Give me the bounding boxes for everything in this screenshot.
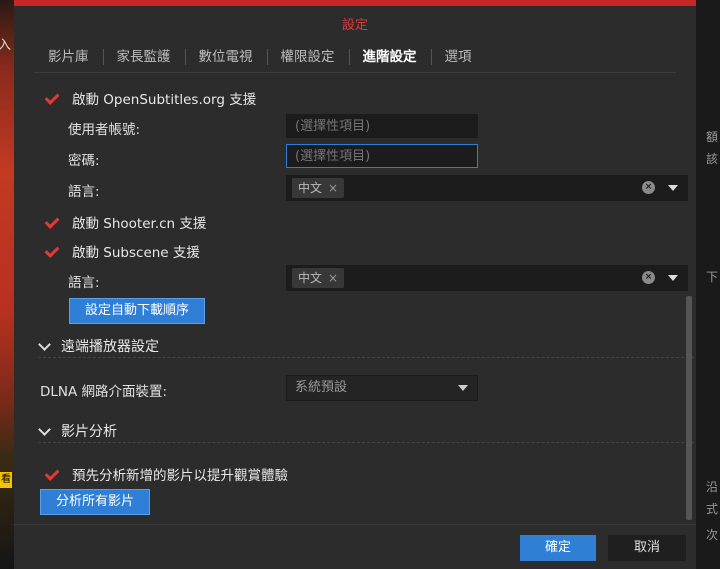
cancel-button[interactable]: 取消 [608,535,686,561]
background-right: 額 該 下 沿 式 次 [696,0,720,569]
dlna-selected-value: 系統預設 [295,380,348,395]
remove-tag-icon[interactable]: × [328,181,338,195]
clear-icon[interactable]: × [642,271,655,284]
opensubtitles-language-label: 語言: [68,184,100,200]
remove-tag-icon[interactable]: × [328,271,338,285]
chevron-down-icon [458,385,468,391]
tab-digital-tv[interactable]: 數位電視 [184,42,267,72]
opensubtitles-checkbox-row[interactable]: 啟動 OpenSubtitles.org 支援 [44,88,256,108]
background-poster: 入 看 [0,0,14,569]
background-text: 該 [706,152,719,166]
check-icon[interactable] [44,91,58,105]
scrollbar[interactable] [686,296,692,520]
subscene-checkbox-row[interactable]: 啟動 Subscene 支援 [44,241,200,261]
opensubtitles-language-select[interactable]: 中文 × × [286,175,688,201]
tab-advanced-settings[interactable]: 進階設定 [348,42,431,72]
analyze-all-videos-button[interactable]: 分析所有影片 [40,489,150,515]
subscene-enable-label: 啟動 Subscene 支援 [72,245,200,261]
remote-player-section-title: 遠端播放器設定 [61,339,159,355]
tab-permissions[interactable]: 權限設定 [266,42,349,72]
chevron-down-icon[interactable] [668,275,678,281]
tab-bar: 影片庫 家長監護 數位電視 權限設定 進階設定 選項 [34,42,486,72]
subscene-language-select[interactable]: 中文 × × [286,265,688,291]
settings-content: 啟動 OpenSubtitles.org 支援 使用者帳號: 密碼: 語言: 中… [14,74,696,524]
clear-icon[interactable]: × [642,181,655,194]
settings-dialog: 設定 影片庫 家長監護 數位電視 權限設定 進階設定 選項 啟動 OpenSub… [14,0,696,569]
section-divider [38,357,694,358]
tab-parental-control[interactable]: 家長監護 [102,42,185,72]
background-text: 沿 [706,480,719,494]
dlna-interface-select[interactable]: 系統預設 [286,375,478,401]
chevron-down-icon[interactable] [38,337,51,351]
section-divider [38,442,694,443]
password-label: 密碼: [68,153,100,169]
chevron-down-icon[interactable] [668,185,678,191]
video-analysis-section-title: 影片分析 [61,424,117,440]
shooter-checkbox-row[interactable]: 啟動 Shooter.cn 支援 [44,212,206,232]
background-text: 額 [706,130,719,144]
language-tag: 中文 × [292,268,345,288]
preanalyze-label: 預先分析新增的影片以提升觀賞體驗 [72,468,288,484]
remote-player-section-header[interactable]: 遠端播放器設定 [38,336,159,356]
background-badge: 看 [0,472,12,488]
username-input[interactable] [286,114,478,138]
tab-divider [34,72,676,73]
tab-options[interactable]: 選項 [430,42,486,72]
check-icon[interactable] [44,244,58,258]
dialog-footer: 確定 取消 [14,524,696,569]
background-text: 次 [706,528,719,542]
language-tag: 中文 × [292,178,345,198]
background-text: 下 [706,270,719,284]
ok-button[interactable]: 確定 [520,535,596,561]
video-analysis-section-header[interactable]: 影片分析 [38,421,117,441]
dialog-title: 設定 [341,18,368,33]
check-icon[interactable] [44,467,58,481]
tab-library[interactable]: 影片庫 [34,42,103,72]
subscene-language-label: 語言: [68,275,100,291]
background-text: 入 [0,38,12,53]
preanalyze-checkbox-row[interactable]: 預先分析新增的影片以提升觀賞體驗 [44,464,288,484]
background-text: 式 [706,502,719,516]
shooter-enable-label: 啟動 Shooter.cn 支援 [72,216,207,232]
dlna-label: DLNA 網路介面裝置: [40,384,168,400]
check-icon[interactable] [44,215,58,229]
opensubtitles-enable-label: 啟動 OpenSubtitles.org 支援 [72,92,257,108]
chevron-down-icon[interactable] [38,422,51,436]
password-input[interactable] [286,144,478,168]
auto-download-order-button[interactable]: 設定自動下載順序 [69,298,205,324]
username-label: 使用者帳號: [68,122,141,138]
